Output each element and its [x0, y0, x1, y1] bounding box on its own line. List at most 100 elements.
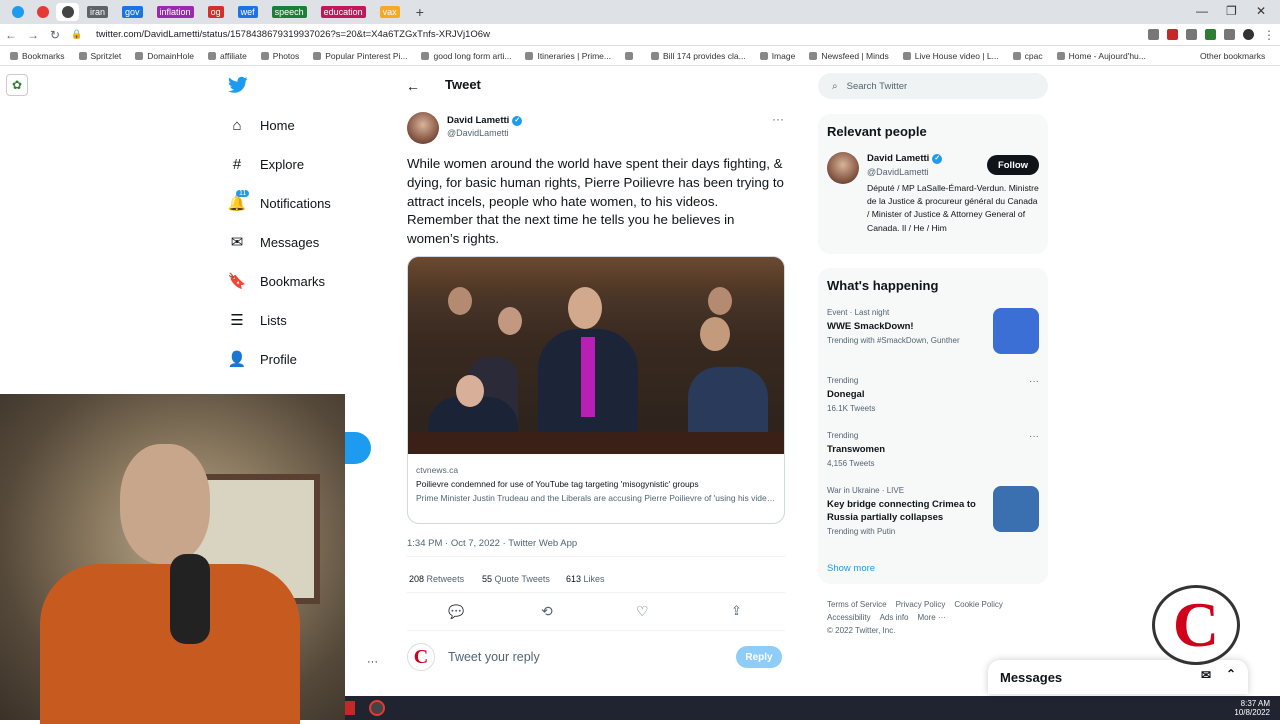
- nav-item-profile[interactable]: 👤 Profile: [228, 350, 297, 368]
- footer-link[interactable]: Ads info: [880, 613, 909, 622]
- trend-item[interactable]: Trending Transwomen 4,156 Tweets ···: [827, 431, 1039, 468]
- extension-icon[interactable]: [1186, 29, 1197, 40]
- browser-tab[interactable]: gov: [116, 3, 149, 21]
- retweets-label: Retweets: [426, 574, 465, 584]
- author-handle[interactable]: @DavidLametti: [447, 128, 509, 138]
- author-name-link[interactable]: David Lametti ✓: [447, 115, 523, 126]
- trend-item[interactable]: War in Ukraine · LIVE Key bridge connecti…: [827, 486, 1039, 536]
- bookmark-item[interactable]: [625, 51, 637, 60]
- list-icon: ☰: [230, 312, 244, 329]
- trend-image: [993, 486, 1039, 532]
- other-bookmarks[interactable]: Other bookmarks: [1200, 51, 1265, 61]
- user-avatar[interactable]: C: [407, 643, 435, 671]
- chevron-up-icon[interactable]: ⌃: [1226, 667, 1236, 681]
- browser-tab[interactable]: iran: [81, 3, 114, 21]
- bookmark-item[interactable]: Live House video | L...: [902, 51, 999, 61]
- back-arrow-icon[interactable]: ←: [406, 78, 420, 94]
- person-avatar[interactable]: [827, 152, 859, 184]
- browser-tab[interactable]: inflation: [151, 3, 200, 21]
- forward-icon[interactable]: →: [22, 28, 44, 42]
- close-window-icon[interactable]: ✕: [1256, 4, 1266, 18]
- browser-tab[interactable]: [6, 3, 29, 21]
- browser-tab[interactable]: wef: [232, 3, 264, 21]
- minimize-icon[interactable]: —: [1196, 4, 1208, 18]
- bookmark-item[interactable]: Photos: [260, 51, 299, 61]
- extension-icon[interactable]: [1224, 29, 1235, 40]
- footer-link[interactable]: Privacy Policy: [896, 600, 946, 609]
- extension-icon[interactable]: [1148, 29, 1159, 40]
- bookmark-item[interactable]: affiliate: [208, 51, 247, 61]
- browser-tab[interactable]: [56, 3, 79, 21]
- profile-avatar-icon[interactable]: [1243, 29, 1254, 40]
- more-options-icon[interactable]: ···: [1029, 431, 1039, 442]
- browser-tab[interactable]: vax: [374, 3, 406, 21]
- retweet-icon[interactable]: ⟲: [541, 603, 553, 620]
- link-card[interactable]: ctvnews.ca Poilievre condemned for use o…: [407, 256, 785, 524]
- footer-link[interactable]: Cookie Policy: [954, 600, 1002, 609]
- reply-icon[interactable]: 💬: [448, 604, 464, 620]
- messages-dock[interactable]: Messages ✉ ⌃: [988, 660, 1248, 694]
- bookmark-item[interactable]: Itineraries | Prime...: [525, 51, 611, 61]
- bookmark-item[interactable]: Bookmarks: [10, 51, 65, 61]
- reload-icon[interactable]: ↻: [44, 28, 66, 42]
- tweet-compose-button[interactable]: [345, 432, 371, 464]
- bookmark-item[interactable]: Spritzlet: [78, 51, 121, 61]
- bookmark-item[interactable]: Image: [759, 51, 795, 61]
- reply-input[interactable]: Tweet your reply: [448, 650, 540, 664]
- nav-item-bookmarks[interactable]: 🔖 Bookmarks: [228, 272, 325, 290]
- maximize-icon[interactable]: ❐: [1226, 4, 1237, 18]
- bookmark-item[interactable]: Newsfeed | Minds: [809, 50, 889, 61]
- browser-tab[interactable]: education: [315, 3, 372, 21]
- bookmark-item[interactable]: good long form arti...: [421, 51, 511, 61]
- quote-tweets-stat[interactable]: 55 Quote Tweets: [482, 574, 550, 584]
- more-options-icon[interactable]: ···: [1029, 376, 1039, 387]
- taskbar-app-icon[interactable]: [345, 701, 355, 715]
- author-avatar[interactable]: [407, 112, 439, 144]
- likes-stat[interactable]: 613 Likes: [566, 574, 605, 584]
- tweet-timestamp[interactable]: 1:34 PM · Oct 7, 2022 · Twitter Web App: [407, 538, 577, 549]
- browser-menu-icon[interactable]: ⋮: [1258, 28, 1280, 42]
- nav-item-lists[interactable]: ☰ Lists: [228, 311, 286, 329]
- bookmark-item[interactable]: Popular Pinterest Pi...: [313, 51, 407, 61]
- new-message-icon[interactable]: ✉: [1201, 668, 1211, 682]
- bookmark-icon: [10, 51, 18, 60]
- back-icon[interactable]: ←: [0, 28, 22, 42]
- reply-button[interactable]: Reply: [736, 646, 782, 668]
- bookmark-item[interactable]: cpac: [1012, 51, 1043, 61]
- show-more-link[interactable]: Show more: [827, 563, 875, 574]
- bookmark-item[interactable]: Home - Aujourd'hu...: [1056, 51, 1146, 61]
- more-options-icon[interactable]: ···: [772, 112, 784, 126]
- follow-button[interactable]: Follow: [987, 155, 1039, 175]
- retweets-stat[interactable]: 208 Retweets: [409, 574, 464, 584]
- bookmark-item[interactable]: DomainHole: [135, 51, 194, 61]
- trend-item[interactable]: Event · Last night WWE SmackDown! Trending…: [827, 308, 1039, 354]
- browser-tab[interactable]: og: [202, 3, 230, 21]
- bookmark-icon: [208, 51, 217, 60]
- extension-icon[interactable]: [1167, 29, 1178, 40]
- footer-link[interactable]: More ···: [917, 613, 945, 622]
- nav-item-explore[interactable]: # Explore: [228, 155, 304, 173]
- url-field[interactable]: twitter.com/DavidLametti/status/15784386…: [96, 29, 490, 40]
- taskbar-app-icon[interactable]: [369, 700, 385, 716]
- trend-item[interactable]: Trending Donegal 16.1K Tweets ···: [827, 376, 1039, 413]
- nav-item-messages[interactable]: ✉ Messages: [228, 233, 320, 251]
- new-tab-icon[interactable]: +: [416, 4, 424, 20]
- bookmark-label: Newsfeed | Minds: [821, 50, 889, 61]
- extension-icon[interactable]: ✿: [6, 74, 28, 96]
- more-dots-icon[interactable]: ···: [367, 656, 378, 668]
- person-handle[interactable]: @DavidLametti: [867, 167, 929, 177]
- nav-item-notifications[interactable]: 🔔 11 Notifications: [228, 190, 331, 212]
- browser-tab[interactable]: speech: [266, 3, 313, 21]
- browser-tab[interactable]: [31, 3, 54, 21]
- nav-item-home[interactable]: ⌂ Home: [228, 116, 294, 134]
- like-icon[interactable]: ♡: [636, 603, 649, 620]
- author-name: David Lametti: [447, 115, 510, 126]
- extension-icon[interactable]: [1205, 29, 1216, 40]
- footer-link[interactable]: Terms of Service: [827, 600, 887, 609]
- bookmark-item[interactable]: Bill 174 provides cla...: [651, 51, 746, 61]
- person-name-link[interactable]: David Lametti ✓: [867, 153, 943, 164]
- twitter-logo-icon[interactable]: [228, 76, 248, 100]
- share-icon[interactable]: ⇪: [731, 603, 742, 619]
- search-input[interactable]: ⌕ Search Twitter: [818, 73, 1048, 99]
- footer-link[interactable]: Accessibility: [827, 613, 871, 622]
